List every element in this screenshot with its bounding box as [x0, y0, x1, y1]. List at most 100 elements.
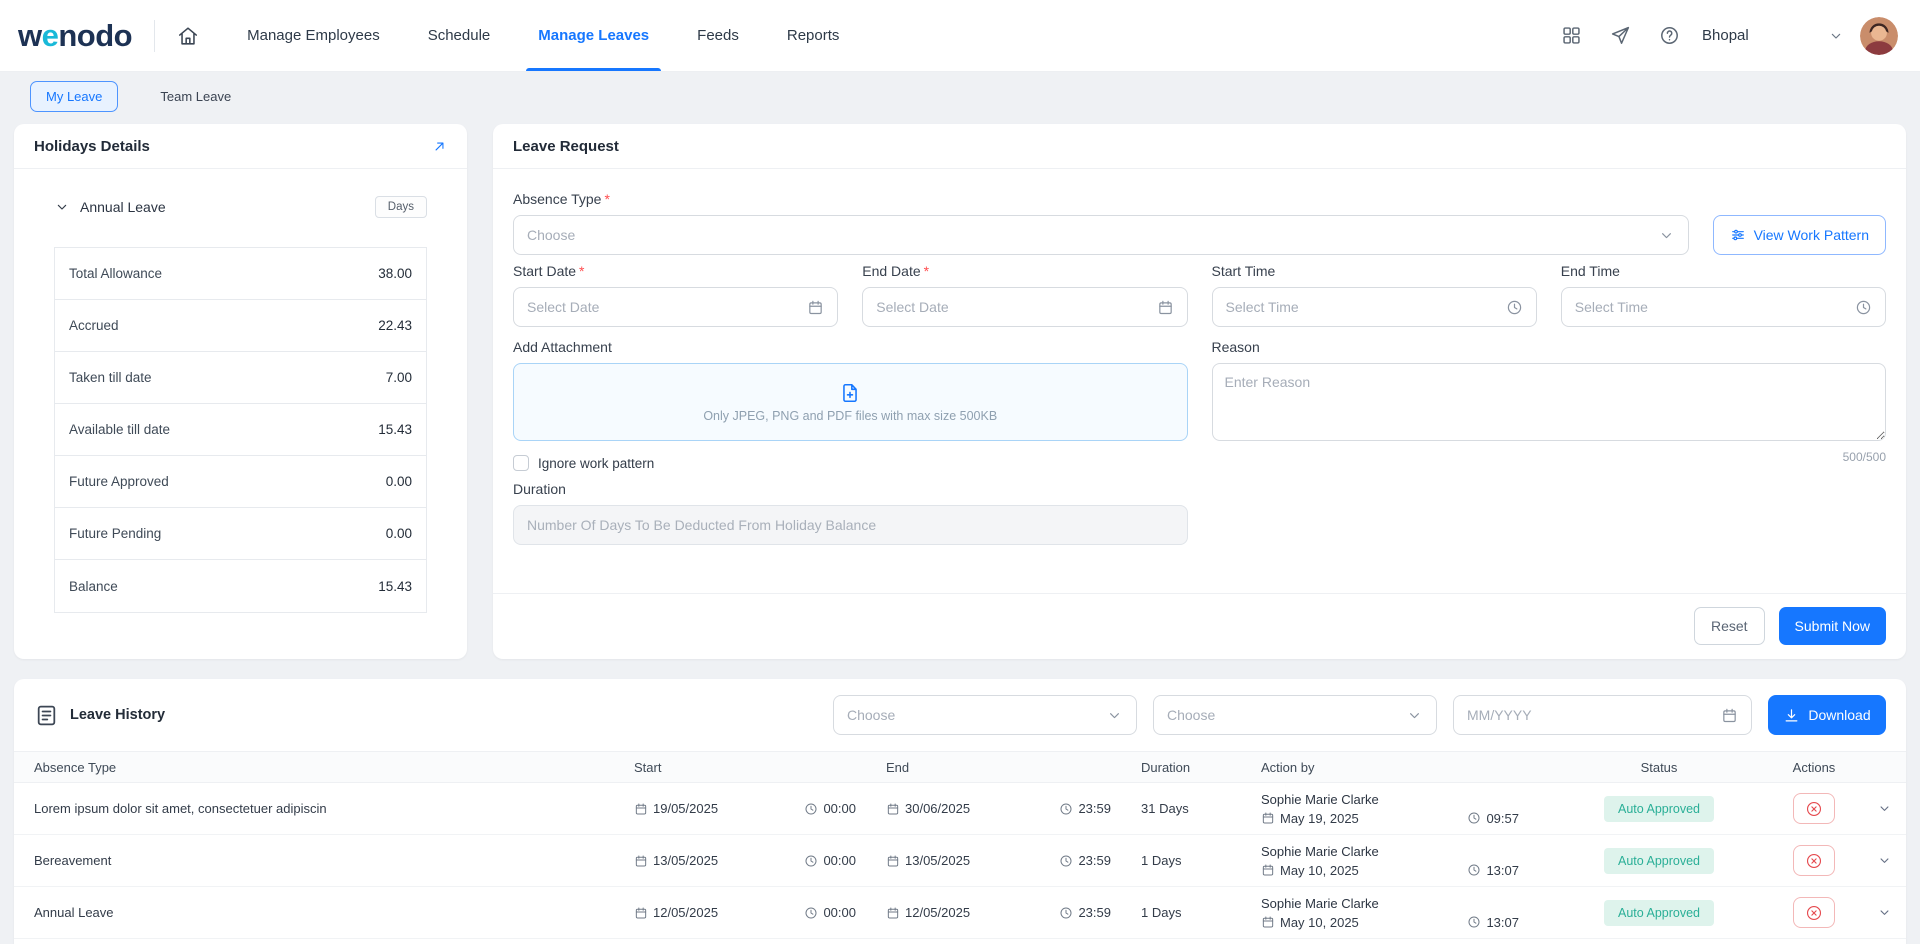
circle-x-icon — [1805, 800, 1823, 818]
col-absence-type: Absence Type — [14, 760, 614, 775]
home-nav-button[interactable] — [177, 25, 199, 47]
download-button[interactable]: Download — [1768, 695, 1886, 735]
leave-request-card: Leave Request Absence Type* Choose View … — [493, 124, 1906, 659]
end-date-text-input[interactable] — [876, 299, 1148, 315]
chevron-down-icon — [1106, 707, 1123, 724]
table-row: Balance15.43 — [55, 560, 426, 612]
col-end: End — [866, 760, 1121, 775]
col-action-by: Action by — [1241, 760, 1559, 775]
send-button[interactable] — [1610, 25, 1631, 46]
logo-text: w — [18, 18, 42, 53]
end-date-input[interactable] — [862, 287, 1187, 327]
clock-icon — [1059, 802, 1073, 816]
calendar-icon — [886, 802, 900, 816]
status-badge: Auto Approved — [1604, 848, 1714, 874]
circle-x-icon — [1805, 852, 1823, 870]
brand-logo[interactable]: wenodo — [18, 18, 132, 54]
location-select[interactable]: Bhopal — [1702, 27, 1844, 44]
start-time: 00:00 — [804, 853, 856, 868]
absence-type-cell: Annual Leave — [14, 905, 614, 920]
leave-history-header: Leave History Choose Choose Download — [14, 695, 1906, 751]
submit-now-button[interactable]: Submit Now — [1779, 607, 1886, 645]
history-filter-select-1[interactable]: Choose — [833, 695, 1137, 735]
calendar-icon — [1261, 863, 1275, 877]
chevron-down-icon[interactable] — [1877, 801, 1892, 816]
view-work-pattern-button[interactable]: View Work Pattern — [1713, 215, 1886, 255]
expand-cell — [1869, 853, 1906, 868]
history-filter-select-2[interactable]: Choose — [1153, 695, 1437, 735]
row-label: Total Allowance — [69, 266, 162, 281]
work-pattern-icon — [1730, 227, 1746, 243]
row-value: 15.43 — [378, 422, 412, 437]
leave-tabs: My Leave Team Leave — [0, 72, 1920, 124]
absence-type-select[interactable]: Choose — [513, 215, 1689, 255]
calendar-icon — [1261, 811, 1275, 825]
calendar-icon — [1721, 707, 1738, 724]
help-button[interactable] — [1659, 25, 1680, 46]
end-date: 12/05/2025 — [886, 905, 970, 920]
clock-icon — [1059, 906, 1073, 920]
action-by-name: Sophie Marie Clarke — [1261, 792, 1559, 807]
calendar-icon — [886, 906, 900, 920]
reason-textarea[interactable] — [1212, 363, 1887, 441]
action-by-meta: May 19, 2025 09:57 — [1261, 811, 1559, 826]
nav-item-manage-employees[interactable]: Manage Employees — [247, 0, 380, 71]
action-date: May 10, 2025 — [1261, 915, 1359, 930]
attachment-field: Add Attachment Only JPEG, PNG and PDF fi… — [513, 339, 1188, 471]
chevron-down-icon — [1828, 28, 1844, 44]
chevron-down-icon[interactable] — [1877, 905, 1892, 920]
start-date: 13/05/2025 — [634, 853, 718, 868]
leave-history-card: Leave History Choose Choose Download Abs… — [14, 679, 1906, 944]
attachment-reason-row: Add Attachment Only JPEG, PNG and PDF fi… — [513, 339, 1886, 471]
row-label: Future Approved — [69, 474, 169, 489]
action-by-meta: May 10, 2025 13:07 — [1261, 915, 1559, 930]
location-label: Bhopal — [1702, 27, 1749, 44]
avatar[interactable] — [1860, 17, 1898, 55]
end-cell: 13/05/2025 23:59 — [866, 853, 1121, 868]
nav-item-manage-leaves[interactable]: Manage Leaves — [538, 0, 649, 71]
status-cell: Auto Approved — [1559, 796, 1759, 822]
cancel-leave-button[interactable] — [1793, 897, 1835, 928]
start-time-text-input[interactable] — [1226, 299, 1498, 315]
apps-grid-icon — [1561, 25, 1582, 46]
header-divider — [154, 20, 155, 52]
row-label: Taken till date — [69, 370, 152, 385]
attachment-dropzone[interactable]: Only JPEG, PNG and PDF files with max si… — [513, 363, 1188, 441]
apps-grid-button[interactable] — [1561, 25, 1582, 46]
cancel-leave-button[interactable] — [1793, 793, 1835, 824]
chevron-down-icon[interactable] — [1877, 853, 1892, 868]
end-time-input[interactable] — [1561, 287, 1886, 327]
select-placeholder: Choose — [847, 707, 895, 723]
nav-item-reports[interactable]: Reports — [787, 0, 840, 71]
start-date-input[interactable] — [513, 287, 838, 327]
cancel-leave-button[interactable] — [1793, 845, 1835, 876]
actions-cell — [1759, 897, 1869, 928]
start-date-text-input[interactable] — [527, 299, 799, 315]
history-table-header: Absence Type Start End Duration Action b… — [14, 751, 1906, 783]
end-time-label: End Time — [1561, 263, 1886, 279]
absence-type-row: Absence Type* Choose View Work Pattern — [513, 191, 1886, 255]
action-by-cell: Sophie Marie Clarke May 19, 2025 09:57 — [1241, 792, 1559, 826]
nav-item-schedule[interactable]: Schedule — [428, 0, 491, 71]
start-time-input[interactable] — [1212, 287, 1537, 327]
annual-leave-collapse[interactable]: Annual Leave Days — [54, 191, 427, 223]
start-time: 00:00 — [804, 801, 856, 816]
col-status: Status — [1559, 760, 1759, 775]
status-badge: Auto Approved — [1604, 900, 1714, 926]
tab-team-leave[interactable]: Team Leave — [144, 81, 247, 112]
clock-icon — [1059, 854, 1073, 868]
calendar-icon — [634, 906, 648, 920]
table-row: Future Pending0.00 — [55, 508, 426, 560]
expand-holidays-button[interactable] — [432, 139, 447, 154]
history-month-filter[interactable] — [1453, 695, 1752, 735]
nav-item-feeds[interactable]: Feeds — [697, 0, 739, 71]
attachment-hint: Only JPEG, PNG and PDF files with max si… — [703, 409, 997, 423]
table-row: Accrued22.43 — [55, 300, 426, 352]
leave-history-title: Leave History — [70, 707, 165, 723]
reset-button[interactable]: Reset — [1694, 607, 1765, 645]
tab-my-leave[interactable]: My Leave — [30, 81, 118, 112]
ignore-work-pattern-checkbox[interactable] — [513, 455, 529, 471]
end-time-text-input[interactable] — [1575, 299, 1847, 315]
month-text-input[interactable] — [1467, 707, 1713, 723]
ignore-work-pattern-option[interactable]: Ignore work pattern — [513, 455, 1188, 471]
